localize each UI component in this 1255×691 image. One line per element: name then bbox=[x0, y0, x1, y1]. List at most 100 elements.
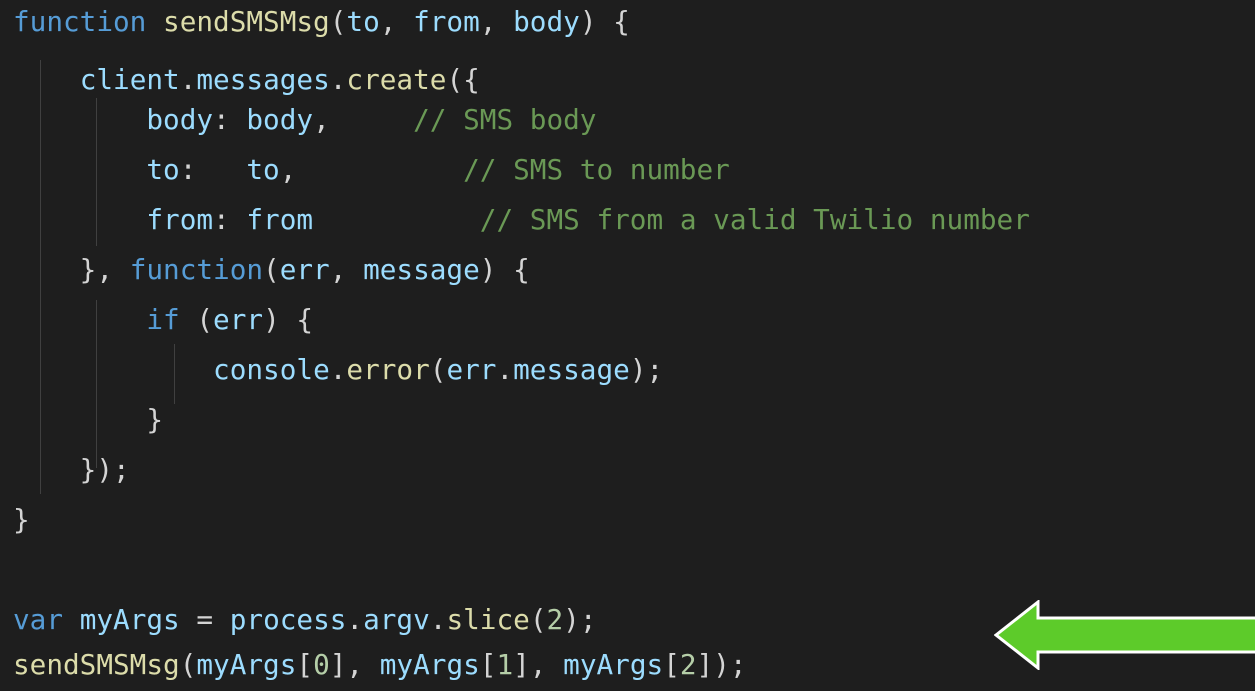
code-token: ( bbox=[329, 5, 347, 38]
code-token: from bbox=[146, 203, 214, 236]
code-token: // SMS from a valid Twilio number bbox=[479, 203, 1030, 236]
code-token: myArgs bbox=[196, 648, 297, 681]
code-token: from bbox=[246, 203, 314, 236]
code-token: from bbox=[413, 5, 480, 38]
code-token: console bbox=[213, 353, 330, 386]
code-token: , bbox=[329, 253, 364, 286]
code-token: sendSMSMsg bbox=[13, 648, 180, 681]
code-token: function bbox=[13, 5, 147, 38]
code-token: ); bbox=[563, 603, 597, 636]
code-token: var bbox=[13, 603, 64, 636]
code-token: [ bbox=[296, 648, 314, 681]
code-line: } bbox=[13, 500, 30, 540]
code-editor: function sendSMSMsg(to, from, body) { cl… bbox=[0, 0, 1255, 691]
code-token: if bbox=[146, 303, 180, 336]
code-token: message bbox=[363, 253, 480, 286]
code-token: , bbox=[379, 5, 414, 38]
code-token: ) { bbox=[479, 253, 530, 286]
left-arrow-shape bbox=[994, 600, 1255, 670]
code-token: // SMS body bbox=[413, 103, 597, 136]
code-token: client bbox=[79, 63, 180, 96]
code-token: ) { bbox=[579, 5, 630, 38]
code-token: create bbox=[346, 63, 447, 96]
code-line: }); bbox=[13, 450, 130, 490]
code-token: ]); bbox=[696, 648, 747, 681]
code-token: = bbox=[179, 603, 230, 636]
code-token: // SMS to number bbox=[463, 153, 730, 186]
code-token: message bbox=[513, 353, 630, 386]
code-token: myArgs bbox=[563, 648, 664, 681]
code-line: sendSMSMsg(myArgs[0], myArgs[1], myArgs[… bbox=[13, 645, 747, 685]
code-token: , bbox=[479, 5, 514, 38]
code-token: body bbox=[146, 103, 214, 136]
code-token: ( bbox=[179, 648, 197, 681]
code-token: process bbox=[229, 603, 347, 636]
code-token: } bbox=[13, 503, 30, 536]
code-token: ], bbox=[513, 648, 564, 681]
code-token: body bbox=[246, 103, 314, 136]
code-token: . bbox=[429, 603, 447, 636]
code-line: function sendSMSMsg(to, from, body) { bbox=[13, 2, 630, 42]
code-token: 2 bbox=[546, 603, 564, 636]
code-token: [ bbox=[479, 648, 497, 681]
code-token: body bbox=[513, 5, 580, 38]
code-token: 1 bbox=[496, 648, 514, 681]
code-token: . bbox=[179, 63, 197, 96]
code-token: [ bbox=[663, 648, 680, 681]
code-line: from: from // SMS from a valid Twilio nu… bbox=[13, 200, 1030, 240]
code-line: var myArgs = process.argv.slice(2); bbox=[13, 600, 597, 640]
code-token: myArgs bbox=[379, 648, 480, 681]
code-token: err bbox=[213, 303, 264, 336]
code-token: function bbox=[129, 253, 264, 286]
code-line: }, function(err, message) { bbox=[13, 250, 530, 290]
code-token: ({ bbox=[446, 63, 480, 96]
code-line: if (err) { bbox=[13, 300, 313, 340]
code-token: , bbox=[279, 153, 464, 186]
code-token: ( bbox=[179, 303, 214, 336]
code-token: myArgs bbox=[79, 603, 180, 636]
left-arrow-icon bbox=[994, 600, 1255, 670]
code-line: } bbox=[13, 400, 163, 440]
code-token: . bbox=[329, 353, 347, 386]
code-token: error bbox=[346, 353, 430, 386]
code-line: to: to, // SMS to number bbox=[13, 150, 730, 190]
code-line: client.messages.create({ bbox=[13, 60, 480, 100]
code-token: messages bbox=[196, 63, 330, 96]
code-token: to bbox=[246, 153, 280, 186]
code-token: , bbox=[313, 103, 414, 136]
code-token: : bbox=[213, 203, 247, 236]
code-token: to bbox=[146, 153, 180, 186]
code-token: }, bbox=[13, 253, 130, 286]
code-token: ], bbox=[329, 648, 380, 681]
code-token: ( bbox=[529, 603, 547, 636]
code-token: ( bbox=[429, 353, 447, 386]
code-token: . bbox=[329, 63, 347, 96]
code-token: slice bbox=[446, 603, 530, 636]
code-token: ) { bbox=[263, 303, 314, 336]
code-token: : bbox=[179, 153, 247, 186]
code-token: 0 bbox=[313, 648, 330, 681]
code-token: ( bbox=[263, 253, 280, 286]
code-token: : bbox=[213, 103, 247, 136]
code-line: console.error(err.message); bbox=[13, 350, 663, 390]
code-line: body: body, // SMS body bbox=[13, 100, 596, 140]
code-token: . bbox=[496, 353, 514, 386]
code-token: 2 bbox=[679, 648, 697, 681]
code-token: argv bbox=[363, 603, 430, 636]
code-token: err bbox=[279, 253, 330, 286]
code-token: ); bbox=[629, 353, 664, 386]
code-token: sendSMSMsg bbox=[163, 5, 330, 38]
code-token: } bbox=[13, 403, 164, 436]
code-token: . bbox=[346, 603, 364, 636]
code-token: to bbox=[346, 5, 380, 38]
code-token: }); bbox=[13, 453, 130, 486]
